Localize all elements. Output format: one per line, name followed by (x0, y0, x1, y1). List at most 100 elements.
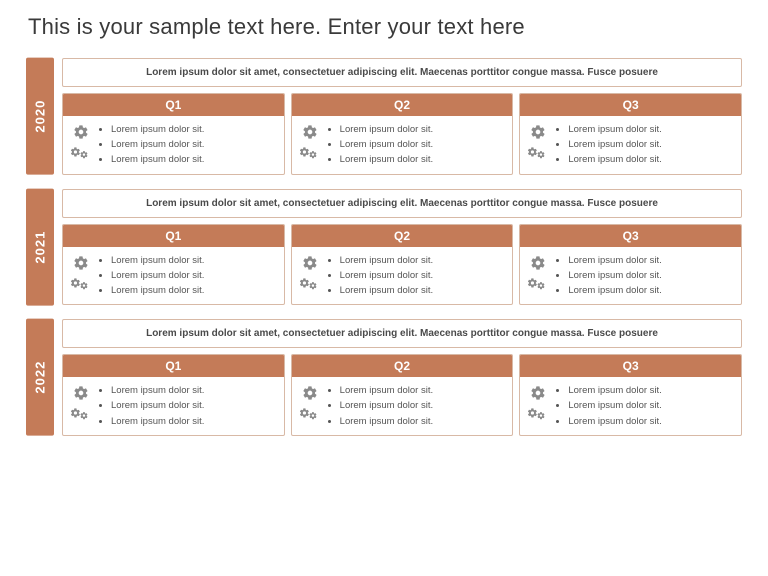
quarter-header: Q2 (292, 225, 513, 247)
quarter-icons (67, 253, 95, 299)
quarter-body: Lorem ipsum dolor sit.Lorem ipsum dolor … (63, 116, 284, 174)
quarter-body: Lorem ipsum dolor sit.Lorem ipsum dolor … (63, 247, 284, 305)
quarter-body: Lorem ipsum dolor sit.Lorem ipsum dolor … (520, 247, 741, 305)
gears-icon (70, 405, 92, 423)
bullet-item: Lorem ipsum dolor sit. (111, 152, 204, 167)
bullet-item: Lorem ipsum dolor sit. (340, 383, 433, 398)
bullet-item: Lorem ipsum dolor sit. (568, 383, 661, 398)
quarter-body: Lorem ipsum dolor sit.Lorem ipsum dolor … (292, 116, 513, 174)
bullet-item: Lorem ipsum dolor sit. (568, 122, 661, 137)
quarter-header: Q3 (520, 355, 741, 377)
bullet-list: Lorem ipsum dolor sit.Lorem ipsum dolor … (554, 253, 661, 299)
quarter-card: Q3 Lorem ipsum dolor sit.Lorem ipsum dol… (519, 354, 742, 436)
gear-icon (530, 124, 546, 140)
bullet-item: Lorem ipsum dolor sit. (568, 137, 661, 152)
quarter-card: Q2 Lorem ipsum dolor sit.Lorem ipsum dol… (291, 354, 514, 436)
gears-icon (527, 405, 549, 423)
bullet-item: Lorem ipsum dolor sit. (111, 122, 204, 137)
quarter-icons (296, 253, 324, 299)
quarter-header: Q1 (63, 225, 284, 247)
bullet-item: Lorem ipsum dolor sit. (340, 414, 433, 429)
bullet-item: Lorem ipsum dolor sit. (568, 253, 661, 268)
bullet-list: Lorem ipsum dolor sit.Lorem ipsum dolor … (97, 383, 204, 429)
quarter-header: Q3 (520, 94, 741, 116)
year-body: Lorem ipsum dolor sit amet, consectetuer… (62, 58, 742, 175)
bullet-list: Lorem ipsum dolor sit.Lorem ipsum dolor … (326, 122, 433, 168)
gears-icon (299, 405, 321, 423)
quarter-icons (524, 253, 552, 299)
quarter-header: Q1 (63, 94, 284, 116)
bullet-item: Lorem ipsum dolor sit. (111, 414, 204, 429)
page-title: This is your sample text here. Enter you… (28, 14, 742, 40)
quarter-card: Q3 Lorem ipsum dolor sit.Lorem ipsum dol… (519, 224, 742, 306)
bullet-item: Lorem ipsum dolor sit. (340, 152, 433, 167)
quarter-header: Q2 (292, 355, 513, 377)
bullet-list: Lorem ipsum dolor sit.Lorem ipsum dolor … (97, 253, 204, 299)
bullet-list: Lorem ipsum dolor sit.Lorem ipsum dolor … (554, 122, 661, 168)
gear-icon (302, 385, 318, 401)
quarter-row: Q1 Lorem ipsum dolor sit.Lorem ipsum dol… (62, 354, 742, 436)
quarter-icons (524, 383, 552, 429)
quarter-card: Q2 Lorem ipsum dolor sit.Lorem ipsum dol… (291, 224, 514, 306)
bullet-item: Lorem ipsum dolor sit. (568, 152, 661, 167)
bullet-item: Lorem ipsum dolor sit. (111, 137, 204, 152)
quarter-body: Lorem ipsum dolor sit.Lorem ipsum dolor … (520, 377, 741, 435)
quarter-header: Q1 (63, 355, 284, 377)
year-body: Lorem ipsum dolor sit amet, consectetuer… (62, 189, 742, 306)
gear-icon (530, 385, 546, 401)
gear-icon (73, 255, 89, 271)
bullet-item: Lorem ipsum dolor sit. (340, 283, 433, 298)
quarter-icons (296, 122, 324, 168)
bullet-item: Lorem ipsum dolor sit. (568, 283, 661, 298)
bullet-item: Lorem ipsum dolor sit. (111, 398, 204, 413)
bullet-item: Lorem ipsum dolor sit. (340, 137, 433, 152)
quarter-body: Lorem ipsum dolor sit.Lorem ipsum dolor … (292, 377, 513, 435)
year-tab: 2021 (26, 189, 54, 306)
year-summary: Lorem ipsum dolor sit amet, consectetuer… (62, 189, 742, 218)
gears-icon (527, 275, 549, 293)
gears-icon (70, 144, 92, 162)
bullet-item: Lorem ipsum dolor sit. (340, 253, 433, 268)
quarter-card: Q3 Lorem ipsum dolor sit.Lorem ipsum dol… (519, 93, 742, 175)
year-tab: 2020 (26, 58, 54, 175)
year-block: 2022 Lorem ipsum dolor sit amet, consecte… (26, 319, 742, 436)
year-body: Lorem ipsum dolor sit amet, consectetuer… (62, 319, 742, 436)
year-summary: Lorem ipsum dolor sit amet, consectetuer… (62, 319, 742, 348)
quarter-card: Q1 Lorem ipsum dolor sit.Lorem ipsum dol… (62, 224, 285, 306)
quarter-card: Q1 Lorem ipsum dolor sit.Lorem ipsum dol… (62, 354, 285, 436)
quarter-row: Q1 Lorem ipsum dolor sit.Lorem ipsum dol… (62, 93, 742, 175)
quarter-body: Lorem ipsum dolor sit.Lorem ipsum dolor … (292, 247, 513, 305)
quarter-body: Lorem ipsum dolor sit.Lorem ipsum dolor … (63, 377, 284, 435)
gear-icon (73, 385, 89, 401)
quarter-header: Q3 (520, 225, 741, 247)
bullet-list: Lorem ipsum dolor sit.Lorem ipsum dolor … (554, 383, 661, 429)
bullet-list: Lorem ipsum dolor sit.Lorem ipsum dolor … (326, 253, 433, 299)
year-tab: 2022 (26, 319, 54, 436)
quarter-icons (524, 122, 552, 168)
bullet-item: Lorem ipsum dolor sit. (340, 398, 433, 413)
bullet-item: Lorem ipsum dolor sit. (340, 268, 433, 283)
bullet-item: Lorem ipsum dolor sit. (568, 398, 661, 413)
bullet-item: Lorem ipsum dolor sit. (111, 383, 204, 398)
gear-icon (73, 124, 89, 140)
year-summary: Lorem ipsum dolor sit amet, consectetuer… (62, 58, 742, 87)
gears-icon (70, 275, 92, 293)
gears-icon (299, 144, 321, 162)
quarter-header: Q2 (292, 94, 513, 116)
quarter-card: Q2 Lorem ipsum dolor sit.Lorem ipsum dol… (291, 93, 514, 175)
bullet-item: Lorem ipsum dolor sit. (111, 283, 204, 298)
bullet-item: Lorem ipsum dolor sit. (340, 122, 433, 137)
years-container: 2020 Lorem ipsum dolor sit amet, consecte… (26, 58, 742, 436)
bullet-item: Lorem ipsum dolor sit. (111, 268, 204, 283)
gear-icon (302, 124, 318, 140)
bullet-item: Lorem ipsum dolor sit. (568, 268, 661, 283)
quarter-icons (67, 383, 95, 429)
quarter-card: Q1 Lorem ipsum dolor sit.Lorem ipsum dol… (62, 93, 285, 175)
bullet-list: Lorem ipsum dolor sit.Lorem ipsum dolor … (326, 383, 433, 429)
gears-icon (299, 275, 321, 293)
quarter-icons (67, 122, 95, 168)
year-block: 2021 Lorem ipsum dolor sit amet, consecte… (26, 189, 742, 306)
quarter-body: Lorem ipsum dolor sit.Lorem ipsum dolor … (520, 116, 741, 174)
gear-icon (302, 255, 318, 271)
bullet-item: Lorem ipsum dolor sit. (111, 253, 204, 268)
